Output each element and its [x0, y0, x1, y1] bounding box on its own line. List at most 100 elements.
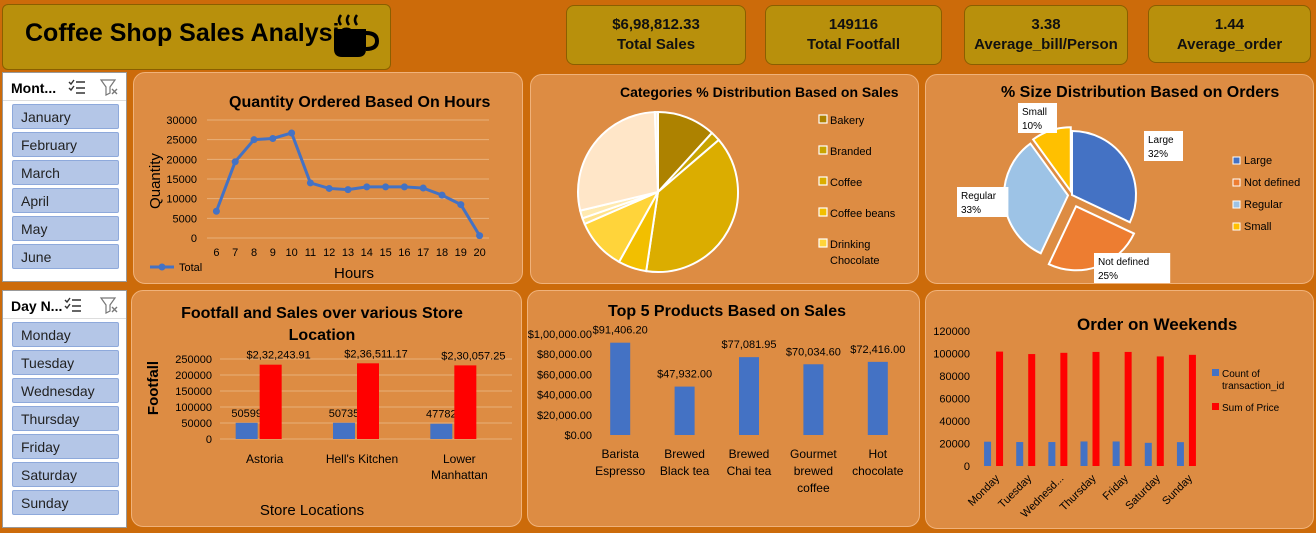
bar — [1112, 441, 1120, 466]
bar — [610, 342, 631, 435]
x-tick-label: Brewed — [729, 447, 770, 461]
month-slicer-item-april[interactable]: April — [12, 188, 119, 213]
x-tick-label: Gourmet — [790, 447, 837, 461]
clear-filter-icon[interactable] — [99, 296, 119, 314]
data-point — [457, 201, 465, 209]
data-point — [269, 134, 277, 142]
kpi-label: Total Footfall — [806, 36, 901, 53]
data-label: $70,034.60 — [786, 346, 841, 358]
day-slicer-item-monday[interactable]: Monday — [12, 322, 119, 347]
y-tick-label: 200000 — [175, 370, 212, 382]
bar — [1016, 442, 1024, 466]
month-slicer-item-march[interactable]: March — [12, 160, 119, 185]
categories-chart-panel: Categories % Distribution Based on Sales… — [530, 74, 919, 284]
x-tick-label: Friday — [1101, 472, 1131, 502]
bar — [333, 422, 355, 439]
x-tick-label: 13 — [342, 247, 354, 259]
month-slicer-item-may[interactable]: May — [12, 216, 119, 241]
data-point — [438, 191, 446, 199]
data-label: $91,406.20 — [593, 325, 648, 337]
data-label: 50735 — [329, 408, 360, 420]
y-tick-label: $20,000.00 — [537, 410, 592, 422]
month-slicer-item-june[interactable]: June — [12, 244, 119, 269]
slice-label: Small — [1022, 107, 1047, 118]
legend-label: Total — [179, 262, 202, 274]
day-slicer-item-tuesday[interactable]: Tuesday — [12, 350, 119, 375]
products-chart-panel: Top 5 Products Based on Sales $1,00,000.… — [527, 290, 920, 527]
legend-label: Sum of Price — [1222, 403, 1280, 414]
legend-swatch — [1212, 403, 1219, 410]
x-tick-label: 11 — [305, 247, 316, 259]
data-label: 47782 — [426, 409, 457, 421]
day-slicer-item-sunday[interactable]: Sunday — [12, 490, 119, 515]
slice-value: 10% — [1022, 121, 1042, 132]
legend-swatch — [1232, 156, 1241, 165]
y-tick-label: 0 — [964, 461, 970, 473]
legend-label: Count of — [1222, 369, 1260, 380]
y-tick-label: 100000 — [933, 349, 970, 361]
legend-label: transaction_id — [1222, 381, 1284, 392]
kpi-average-bill: 3.38 Average_bill/Person — [964, 5, 1128, 65]
bar — [1060, 352, 1068, 466]
slice-label: Large — [1148, 135, 1174, 146]
clear-filter-icon[interactable] — [99, 78, 119, 96]
y-tick-label: $1,00,000.00 — [528, 329, 592, 341]
bar — [259, 364, 282, 439]
data-point — [325, 184, 333, 192]
bar — [739, 357, 759, 435]
x-tick-label: 10 — [285, 247, 297, 259]
sizes-chart-panel: % Size Distribution Based on Orders Larg… — [925, 74, 1314, 284]
x-axis-label: Store Locations — [260, 502, 364, 519]
x-tick-label: 7 — [232, 247, 238, 259]
kpi-value: 1.44 — [1214, 16, 1245, 33]
y-tick-label: 50000 — [181, 418, 212, 430]
legend-label: Chocolate — [830, 255, 880, 267]
x-tick-label: 16 — [398, 247, 410, 259]
x-tick-label: 8 — [251, 247, 257, 259]
month-slicer-item-january[interactable]: January — [12, 104, 119, 129]
y-tick-label: 80000 — [939, 371, 970, 383]
y-tick-label: $40,000.00 — [537, 390, 592, 402]
multi-select-icon[interactable] — [63, 296, 83, 314]
legend-swatch — [818, 207, 828, 217]
legend-label: Bakery — [830, 115, 865, 127]
x-tick-label: Manhattan — [431, 468, 488, 482]
series-line — [214, 131, 481, 237]
day-slicer-item-wednesday[interactable]: Wednesday — [12, 378, 119, 403]
legend-label: Coffee beans — [830, 208, 896, 220]
legend-swatch — [1232, 178, 1241, 187]
day-slicer-item-friday[interactable]: Friday — [12, 434, 119, 459]
kpi-label: Average_bill/Person — [974, 36, 1118, 53]
bar — [1124, 351, 1132, 466]
legend-swatch — [1232, 200, 1241, 209]
y-tick-label: 30000 — [166, 115, 197, 127]
y-tick-label: 250000 — [175, 354, 212, 366]
x-tick-label: Espresso — [595, 464, 645, 478]
x-tick-label: Hell's Kitchen — [326, 452, 398, 466]
x-tick-label: Hot — [868, 447, 887, 461]
bar — [984, 441, 992, 466]
y-tick-label: $80,000.00 — [537, 349, 592, 361]
x-tick-label: Barista — [602, 447, 640, 461]
hours-line-chart: 30000 25000 20000 15000 10000 5000 0 6 7 8 9 10 11 12… — [147, 115, 489, 282]
x-tick-label: Chai tea — [727, 464, 772, 478]
month-slicer-item-february[interactable]: February — [12, 132, 119, 157]
x-tick-label: Sunday — [1160, 472, 1195, 507]
day-slicer-item-thursday[interactable]: Thursday — [12, 406, 119, 431]
day-slicer-item-saturday[interactable]: Saturday — [12, 462, 119, 487]
data-point — [250, 136, 258, 144]
multi-select-icon[interactable] — [67, 78, 87, 96]
slice-value: 32% — [1148, 149, 1168, 160]
bar — [803, 364, 824, 435]
bar — [1188, 354, 1196, 466]
y-tick-label: 0 — [191, 233, 197, 245]
hours-chart-panel: Quantity Ordered Based On Hours 30000 250… — [133, 72, 523, 284]
data-point — [288, 129, 296, 137]
x-tick-label: 12 — [323, 247, 335, 259]
x-tick-label: chocolate — [852, 464, 904, 478]
data-label: $2,30,057.25 — [441, 350, 505, 362]
kpi-total-sales: $6,98,812.33 Total Sales — [566, 5, 746, 65]
bar — [867, 361, 888, 435]
bar — [1092, 351, 1100, 466]
x-tick-label: Black tea — [660, 464, 710, 478]
